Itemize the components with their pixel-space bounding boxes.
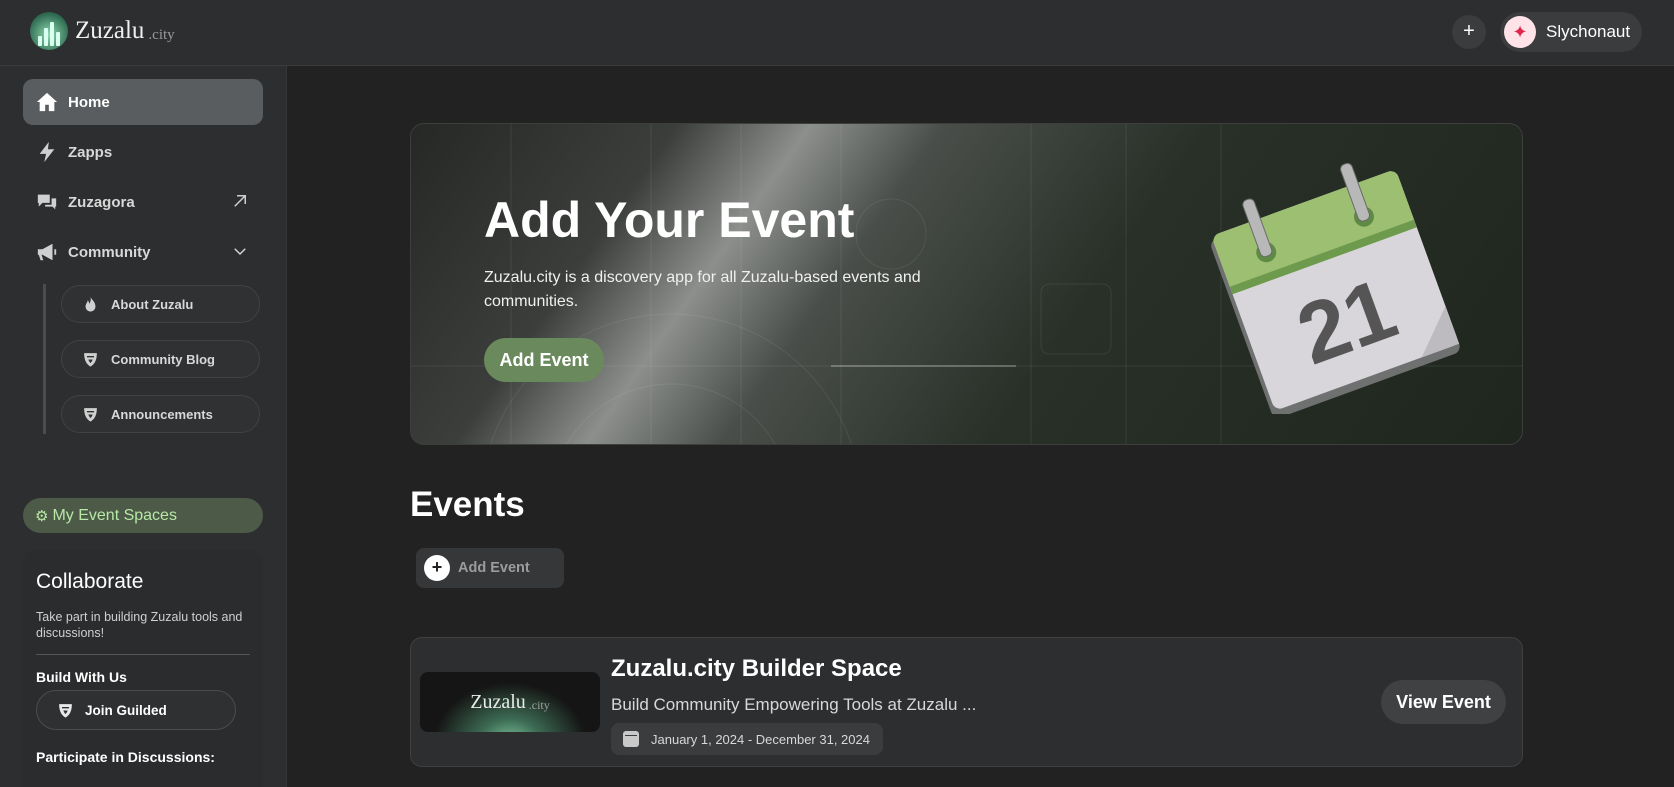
my-event-spaces-label: My Event Spaces [52, 506, 177, 524]
sidebar: Home Zapps Zuzagora Community About Zuza… [0, 66, 287, 787]
plus-icon: + [424, 555, 450, 581]
logo-text: Zuzalu [75, 17, 145, 44]
logo-icon [30, 12, 68, 50]
logo-suffix: .city [148, 26, 175, 43]
event-thumbnail: Zuzalu .city [420, 672, 600, 732]
view-event-button[interactable]: View Event [1381, 680, 1506, 724]
sidebar-item-community[interactable]: Community [23, 229, 263, 275]
user-menu-button[interactable]: ✦ Slychonaut [1500, 12, 1642, 52]
join-guilded-button[interactable]: Join Guilded [36, 690, 236, 730]
thumbnail-logo-text: Zuzalu [470, 690, 526, 713]
participate-heading: Participate in Discussions: [36, 749, 215, 765]
add-event-banner: Add Your Event Zuzalu.city is a discover… [410, 123, 1523, 445]
megaphone-icon [37, 243, 57, 261]
chat-icon [37, 194, 57, 210]
sidebar-item-about-zuzalu[interactable]: About Zuzalu [61, 285, 260, 323]
guilded-icon [84, 352, 97, 367]
banner-title: Add Your Event [484, 192, 855, 248]
collaborate-title: Collaborate [36, 570, 144, 593]
sidebar-item-label: Community [68, 243, 151, 261]
sidebar-item-home[interactable]: Home [23, 79, 263, 125]
chevron-down-icon[interactable] [231, 242, 249, 260]
banner-add-event-button[interactable]: Add Event [484, 338, 604, 382]
events-heading: Events [410, 485, 525, 524]
sidebar-item-label: About Zuzalu [111, 296, 194, 312]
create-button[interactable]: + [1452, 15, 1486, 49]
guilded-icon [84, 407, 97, 422]
site-logo[interactable]: Zuzalu .city [30, 12, 175, 50]
community-tree-line [43, 284, 46, 434]
sidebar-item-zapps[interactable]: Zapps [23, 129, 263, 175]
event-card[interactable]: Zuzalu .city Zuzalu.city Builder Space B… [410, 637, 1523, 767]
sidebar-item-label: Announcements [111, 406, 213, 422]
join-guilded-label: Join Guilded [85, 702, 167, 718]
sidebar-item-label: Community Blog [111, 351, 215, 367]
event-date-badge: January 1, 2024 - December 31, 2024 [611, 723, 883, 755]
calendar-icon: 21 [1211, 162, 1460, 414]
avatar: ✦ [1504, 16, 1536, 48]
star-icon: ✦ [1512, 21, 1528, 42]
lightning-icon [39, 141, 55, 163]
external-arrow-icon [231, 192, 249, 210]
my-event-spaces-button[interactable]: ⚙ My Event Spaces [23, 498, 263, 533]
sidebar-item-label: Zuzagora [68, 193, 135, 211]
gear-icon: ⚙ [35, 507, 49, 525]
divider [36, 654, 250, 655]
build-with-us-heading: Build With Us [36, 669, 127, 685]
sidebar-item-zuzagora[interactable]: Zuzagora [23, 179, 263, 225]
collaborate-card: Collaborate Take part in building Zuzalu… [23, 550, 263, 787]
collaborate-description: Take part in building Zuzalu tools and d… [36, 610, 243, 640]
thumbnail-logo-suffix: .city [528, 697, 550, 712]
add-event-label: Add Event [458, 560, 530, 576]
event-description: Build Community Empowering Tools at Zuza… [611, 695, 977, 714]
sidebar-item-community-blog[interactable]: Community Blog [61, 340, 260, 378]
user-name: Slychonaut [1546, 22, 1631, 41]
guilded-icon [59, 703, 72, 718]
banner-description: Zuzalu.city is a discovery app for all Z… [484, 269, 921, 310]
top-header: Zuzalu .city + ✦ Slychonaut [0, 0, 1674, 66]
sidebar-item-label: Zapps [68, 143, 113, 161]
sidebar-item-label: Home [68, 93, 110, 111]
home-icon [36, 92, 58, 112]
add-event-button[interactable]: + Add Event [416, 548, 564, 588]
sidebar-item-announcements[interactable]: Announcements [61, 395, 260, 433]
fire-icon [85, 296, 96, 312]
event-date: January 1, 2024 - December 31, 2024 [651, 731, 870, 747]
calendar-small-icon [623, 731, 639, 747]
event-title: Zuzalu.city Builder Space [611, 655, 902, 682]
